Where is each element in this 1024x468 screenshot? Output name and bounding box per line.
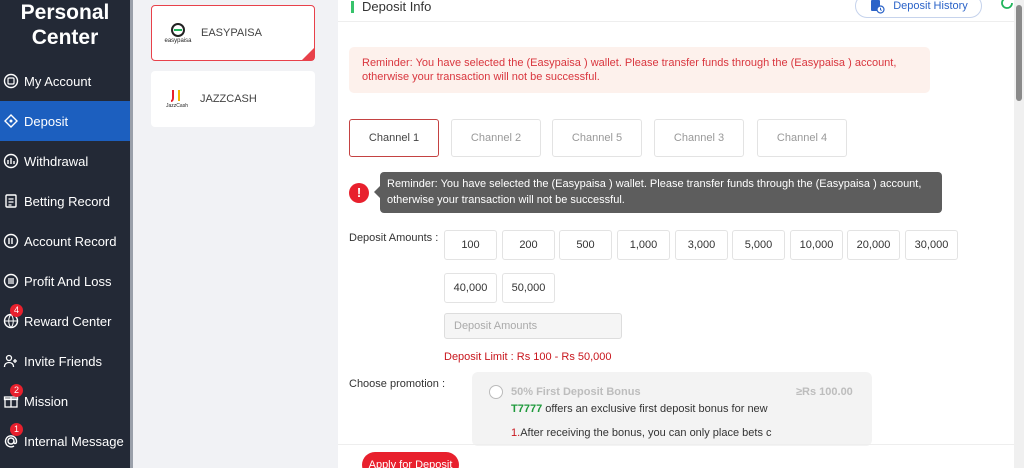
apply-for-deposit-button[interactable]: Apply for Deposit (362, 452, 459, 468)
reward-center-badge: 4 (10, 304, 23, 317)
amount-option[interactable]: 3,000 (675, 230, 728, 260)
sidebar-item-label: Internal Message (24, 433, 124, 449)
withdrawal-chart-icon (3, 153, 19, 169)
promotion-minimum: ≥Rs 100.00 (796, 386, 853, 398)
jazzcash-logo: JazzCash (160, 82, 194, 116)
sidebar-item-betting-record[interactable]: Betting Record (0, 181, 130, 221)
sidebar-title: Personal Center (0, 0, 130, 50)
sidebar-item-deposit[interactable]: Deposit (0, 101, 130, 141)
warning-icon: ! (349, 183, 369, 203)
channel-tab-3[interactable]: Channel 3 (654, 119, 744, 157)
choose-promotion-label: Choose promotion : (349, 378, 445, 390)
deposit-amounts-label: Deposit Amounts : (349, 232, 439, 244)
wallet-card-easypaisa[interactable]: easypaisa EASYPAISA (151, 5, 315, 61)
sidebar-item-label: Reward Center (24, 313, 112, 329)
amount-option[interactable]: 1,000 (617, 230, 670, 260)
account-circle-icon (3, 73, 19, 89)
scrollbar-thumb[interactable] (1016, 5, 1022, 101)
account-record-icon (3, 233, 19, 249)
invite-friends-icon (3, 353, 19, 369)
sidebar-item-label: My Account (24, 73, 92, 89)
amount-option[interactable]: 40,000 (444, 273, 497, 303)
wallet-name: EASYPAISA (201, 27, 262, 39)
reminder-tooltip: Reminder: You have selected the (Easypai… (374, 172, 942, 213)
sidebar-item-label: Account Record (24, 233, 117, 249)
wallet-name: JAZZCASH (200, 93, 257, 105)
wallet-reminder: Reminder: You have selected the (Easypai… (349, 47, 930, 93)
promotion-brand: T7777 (511, 403, 543, 415)
sidebar-scrollbar[interactable] (130, 0, 133, 468)
mission-badge: 2 (10, 384, 23, 397)
promotion-card[interactable]: 50% First Deposit Bonus ≥Rs 100.00 T7777… (472, 372, 872, 446)
page-scrollbar[interactable] (1014, 0, 1024, 468)
channel-tab-2[interactable]: Channel 2 (451, 119, 541, 157)
sidebar-title-line1: Personal (20, 1, 110, 24)
internal-message-badge: 1 (10, 423, 23, 436)
sidebar-item-account-record[interactable]: Account Record (0, 221, 130, 261)
sidebar-item-invite-friends[interactable]: Invite Friends (0, 341, 130, 381)
promotion-rule-text: After receiving the bonus, you can only … (520, 427, 772, 439)
channel-tab-5[interactable]: Channel 5 (552, 119, 642, 157)
deposit-limit: Deposit Limit : Rs 100 - Rs 50,000 (444, 351, 612, 363)
header-accent-bar (351, 1, 354, 13)
amount-option[interactable]: 20,000 (847, 230, 900, 260)
amount-option[interactable]: 500 (559, 230, 612, 260)
sidebar-item-label: Betting Record (24, 193, 110, 209)
profit-loss-icon (3, 273, 19, 289)
promotion-radio[interactable] (489, 385, 503, 399)
sidebar-item-my-account[interactable]: My Account (0, 61, 130, 101)
sidebar-item-label: Withdrawal (24, 153, 89, 169)
sidebar-item-internal-message[interactable]: 1 Internal Message (0, 421, 130, 461)
deposit-history-label: Deposit History (893, 0, 968, 12)
sidebar-title-line2: Center (31, 26, 99, 49)
sidebar-item-withdrawal[interactable]: Withdrawal (0, 141, 130, 181)
sidebar: Personal Center My Account Deposit Withd… (0, 0, 130, 468)
channel-tab-4[interactable]: Channel 4 (757, 119, 847, 157)
amount-option[interactable]: 30,000 (905, 230, 958, 260)
selected-check-icon (302, 48, 314, 60)
betting-record-icon (3, 193, 19, 209)
history-document-icon (871, 0, 885, 14)
deposit-panel: Deposit Info Deposit History Reminder: Y… (338, 0, 1014, 468)
sidebar-item-profit-and-loss[interactable]: Profit And Loss (0, 261, 130, 301)
page-title: Deposit Info (362, 0, 432, 14)
amount-option[interactable]: 50,000 (502, 273, 555, 303)
refresh-icon[interactable] (1000, 0, 1014, 10)
channel-tab-1[interactable]: Channel 1 (349, 119, 439, 157)
promotion-description: T7777 offers an exclusive first deposit … (511, 403, 768, 415)
promotion-rule-number: 1. (511, 427, 521, 439)
footer-divider (338, 444, 1014, 445)
sidebar-item-label: Deposit (24, 113, 69, 129)
promotion-title: 50% First Deposit Bonus (511, 386, 641, 398)
sidebar-item-mission[interactable]: 2 Mission (0, 381, 130, 421)
promotion-description-text: offers an exclusive first deposit bonus … (542, 403, 768, 415)
deposit-tag-icon (3, 113, 19, 129)
amount-option[interactable]: 200 (502, 230, 555, 260)
amount-option[interactable]: 100 (444, 230, 497, 260)
sidebar-item-label: Mission (24, 393, 69, 409)
promotion-rule: 1.After receiving the bonus, you can onl… (511, 427, 772, 439)
wallet-card-jazzcash[interactable]: JazzCash JAZZCASH (151, 71, 315, 127)
panel-header: Deposit Info Deposit History (338, 0, 1014, 22)
deposit-history-button[interactable]: Deposit History (855, 0, 982, 18)
amount-option[interactable]: 5,000 (732, 230, 785, 260)
deposit-amount-input[interactable] (444, 313, 622, 339)
sidebar-item-label: Invite Friends (24, 353, 103, 369)
sidebar-item-label: Profit And Loss (24, 273, 112, 289)
easypaisa-logo: easypaisa (161, 16, 195, 50)
sidebar-item-reward-center[interactable]: 4 Reward Center (0, 301, 130, 341)
amount-option[interactable]: 10,000 (790, 230, 843, 260)
